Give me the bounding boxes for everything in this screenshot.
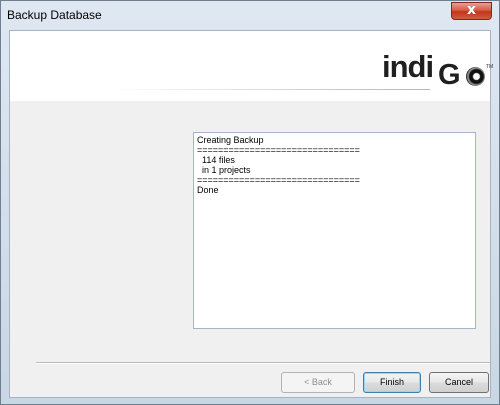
logo-g: G xyxy=(438,59,461,91)
finish-button[interactable]: Finish xyxy=(363,372,421,393)
close-button[interactable]: x xyxy=(451,2,492,20)
backup-database-window: Backup Database x indi G TM Creating Bac… xyxy=(0,0,500,405)
header-divider xyxy=(110,89,430,90)
logo-text: indi xyxy=(382,49,434,84)
window-title: Backup Database xyxy=(7,8,102,22)
logo-trademark: TM xyxy=(486,64,494,70)
wizard-body: indi G TM Creating Backup ==============… xyxy=(9,30,494,398)
title-bar[interactable]: Backup Database x xyxy=(1,1,499,30)
backup-log-textbox[interactable]: Creating Backup ========================… xyxy=(193,132,476,329)
close-icon: x xyxy=(466,2,477,18)
cancel-button[interactable]: Cancel xyxy=(429,372,489,393)
footer-separator xyxy=(36,362,490,364)
wizard-header: indi G TM xyxy=(10,31,494,101)
back-button[interactable]: < Back xyxy=(281,372,355,393)
logo-ball-icon xyxy=(466,67,485,86)
